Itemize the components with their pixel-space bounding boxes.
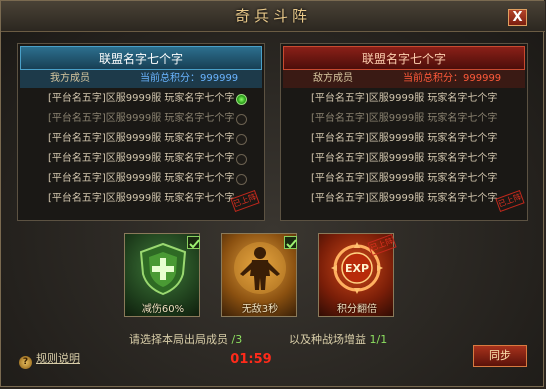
skill-damage-reduction[interactable]: 减伤60%: [124, 233, 200, 317]
checkmark-icon: [187, 236, 200, 249]
ally-member-row[interactable]: [平台名五字]区服9999服 玩家名字七个字: [48, 130, 248, 148]
help-icon: ?: [19, 356, 32, 369]
ally-member-row[interactable]: [平台名五字]区服9999服 玩家名字七个字: [48, 110, 248, 128]
enemy-score-label: 当前总积分：: [403, 73, 463, 84]
enemy-member-row: [平台名五字]区服9999服 玩家名字七个字: [311, 113, 498, 124]
countdown-timer: 01:59: [230, 352, 272, 367]
enemy-score: 当前总积分：999999: [403, 70, 501, 88]
enemy-alliance-name: 联盟名字七个字: [283, 46, 525, 70]
checkmark-icon: [284, 236, 297, 249]
ally-score: 当前总积分：999999: [140, 70, 238, 88]
rules-label: 规则说明: [36, 352, 80, 365]
ally-summary-bar: 我方成员 当前总积分：999999: [20, 70, 262, 88]
enemy-score-value: 999999: [463, 73, 502, 84]
buff-text: 以及种战场增益: [289, 333, 366, 346]
enemy-panel: 联盟名字七个字 敌方成员 当前总积分：999999 [平台名五字]区服9999服…: [280, 43, 528, 221]
enemy-member-row: [平台名五字]区服9999服 玩家名字七个字: [311, 93, 498, 104]
close-button[interactable]: X: [508, 9, 527, 26]
ally-members-label: 我方成员: [50, 73, 90, 84]
skill-invincible[interactable]: 无敌3秒: [221, 233, 297, 317]
battle-window: 奇兵斗阵 X 联盟名字七个字 我方成员 当前总积分：999999 [平台名五字]…: [0, 0, 545, 387]
window-title: 奇兵斗阵: [234, 7, 311, 25]
ally-member-radio[interactable]: [236, 134, 247, 145]
skill-label: 积分翻倍: [337, 304, 377, 315]
ally-score-label: 当前总积分：: [140, 73, 200, 84]
ally-panel: 联盟名字七个字 我方成员 当前总积分：999999 [平台名五字]区服9999服…: [17, 43, 265, 221]
enemy-member-row: [平台名五字]区服9999服 玩家名字七个字: [311, 193, 498, 204]
ally-alliance-name: 联盟名字七个字: [20, 46, 262, 70]
ally-member-row[interactable]: [平台名五字]区服9999服 玩家名字七个字: [48, 170, 248, 188]
skill-label: 无敌3秒: [241, 304, 279, 315]
enemy-members-label: 敌方成员: [313, 73, 353, 84]
skill-double-score[interactable]: EXP 积分翻倍 已上阵: [318, 233, 397, 317]
enemy-summary-bar: 敌方成员 当前总积分：999999: [283, 70, 525, 88]
select-members-text: 请选择本局出局成员: [129, 333, 228, 346]
ally-member-row[interactable]: [平台名五字]区服9999服 玩家名字七个字: [48, 90, 248, 108]
enemy-member-row: [平台名五字]区服9999服 玩家名字七个字: [311, 173, 498, 184]
sync-button[interactable]: 同步: [473, 345, 527, 367]
exp-icon-text: EXP: [345, 262, 369, 275]
rules-link[interactable]: ? 规则说明: [19, 351, 80, 369]
ally-member-row[interactable]: [平台名五字]区服9999服 玩家名字七个字: [48, 190, 248, 208]
ally-member-radio[interactable]: [236, 174, 247, 185]
ally-member-radio[interactable]: [236, 94, 247, 105]
ally-score-value: 999999: [200, 73, 239, 84]
buff-count: 1/1: [369, 333, 388, 346]
select-members-hint: 请选择本局出局成员 /3: [129, 333, 242, 347]
buff-hint: 以及种战场增益 1/1: [289, 333, 387, 347]
enemy-member-row: [平台名五字]区服9999服 玩家名字七个字: [311, 153, 498, 164]
ally-member-radio[interactable]: [236, 114, 247, 125]
enemy-member-row: [平台名五字]区服9999服 玩家名字七个字: [311, 133, 498, 144]
members-count: /3: [231, 333, 243, 346]
ally-member-row[interactable]: [平台名五字]区服9999服 玩家名字七个字: [48, 150, 248, 168]
skill-label: 减伤60%: [141, 304, 185, 315]
ally-member-radio[interactable]: [236, 154, 247, 165]
